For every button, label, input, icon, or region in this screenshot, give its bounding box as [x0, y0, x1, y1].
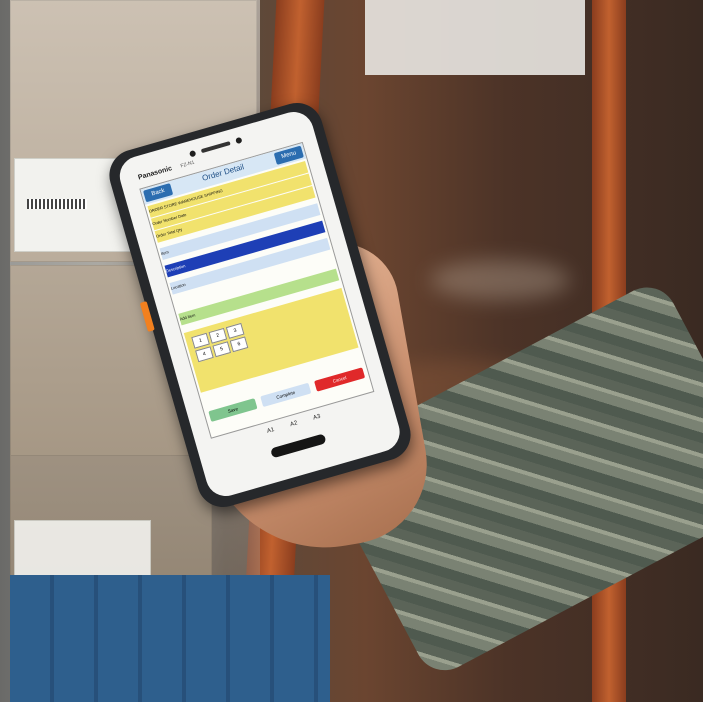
save-button[interactable]: Save [208, 398, 258, 422]
bokeh-light [430, 260, 570, 300]
sensor-icon [235, 136, 243, 145]
barcode [27, 199, 87, 209]
cancel-button[interactable]: Cancel [314, 367, 366, 392]
speaker-grille [200, 141, 231, 154]
complete-button[interactable]: Complete [260, 382, 312, 408]
blurred-sign [365, 0, 585, 75]
blue-pallet [10, 575, 330, 702]
photo-scene: Panasonic FZ-N1 Back Order Detail Menu O… [0, 0, 703, 702]
camera-icon [188, 149, 197, 158]
